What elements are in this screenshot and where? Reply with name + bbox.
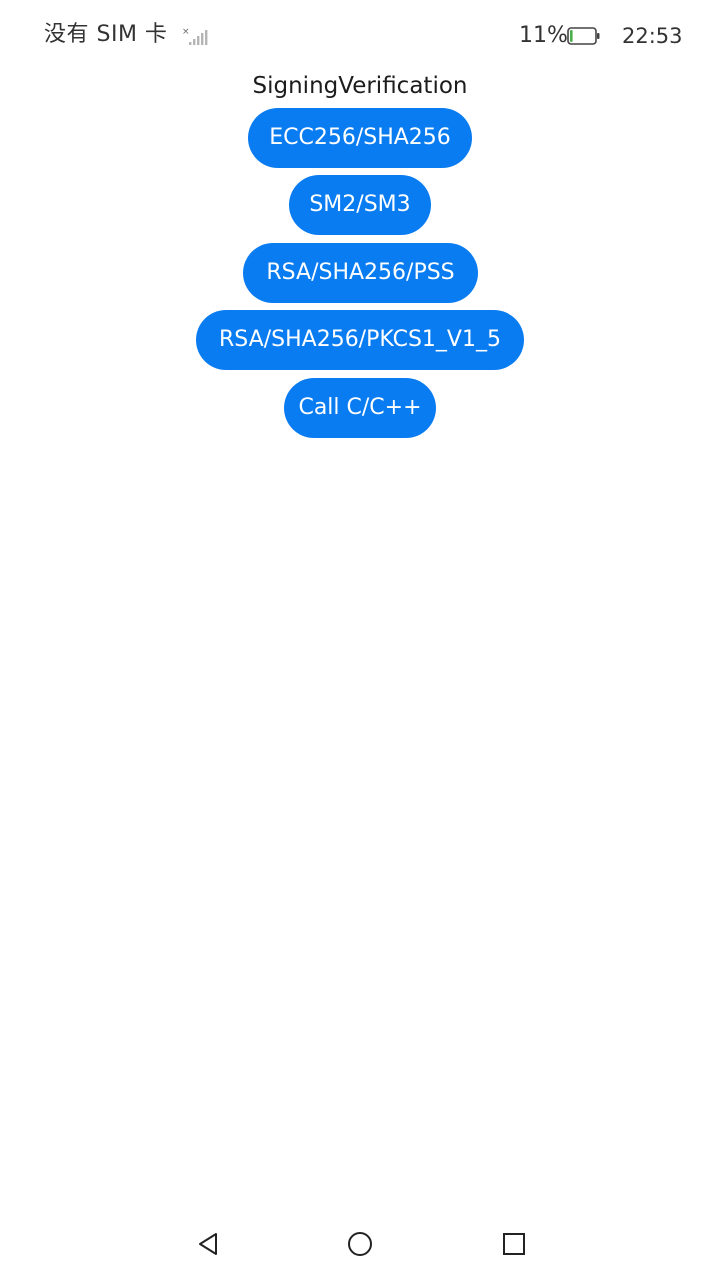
no-signal-icon: ×: [182, 27, 208, 45]
clock: 22:53: [622, 24, 683, 48]
page-title: SigningVerification: [252, 73, 468, 99]
status-bar: 没有 SIM 卡 × 11% 22:53: [0, 0, 720, 70]
back-triangle-icon[interactable]: [196, 1231, 220, 1257]
home-circle-icon[interactable]: [347, 1231, 373, 1257]
rsa-sha256-pss-button[interactable]: RSA/SHA256/PSS: [243, 243, 478, 303]
battery-percent: 11%: [519, 23, 568, 48]
ecc256-sha256-button[interactable]: ECC256/SHA256: [248, 108, 472, 168]
call-c-cpp-button[interactable]: Call C/C++: [284, 378, 436, 438]
rsa-sha256-pkcs1-v1-5-button[interactable]: RSA/SHA256/PKCS1_V1_5: [196, 310, 524, 370]
sm2-sm3-button[interactable]: SM2/SM3: [289, 175, 431, 235]
battery-icon: [567, 27, 600, 45]
battery-level-fill: [570, 30, 573, 42]
carrier-label: 没有 SIM 卡: [44, 22, 168, 47]
svg-text:×: ×: [182, 27, 190, 37]
recents-square-icon[interactable]: [502, 1232, 526, 1256]
